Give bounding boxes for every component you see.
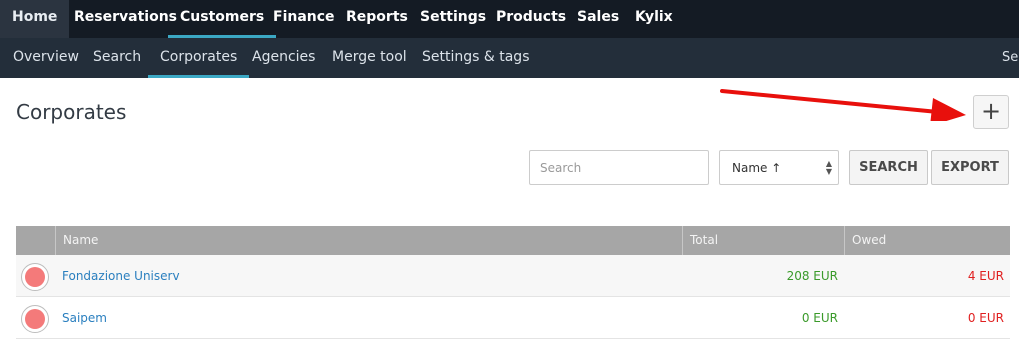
top-nav-sales[interactable]: Sales xyxy=(577,0,619,38)
sub-nav: Overview Search Corporates Agencies Merg… xyxy=(0,38,1019,78)
top-nav-home[interactable]: Home xyxy=(0,0,70,38)
top-nav-products[interactable]: Products xyxy=(496,0,566,38)
column-total[interactable]: Total xyxy=(682,226,844,255)
table-header: Name Total Owed xyxy=(16,226,1010,255)
top-nav-reservations[interactable]: Reservations xyxy=(74,0,177,38)
sub-nav-settings-tags[interactable]: Settings & tags xyxy=(422,38,530,78)
sort-select[interactable]: Name ↑ ▲ ▼ xyxy=(719,150,839,185)
corporates-table: Name Total Owed Fondazione Uniserv 208 E… xyxy=(16,226,1010,339)
top-nav-kylix[interactable]: Kylix xyxy=(635,0,673,38)
export-button[interactable]: EXPORT xyxy=(931,150,1009,185)
table-row[interactable]: Saipem 0 EUR 0 EUR xyxy=(16,297,1010,339)
search-input[interactable] xyxy=(529,150,709,185)
top-nav-reports[interactable]: Reports xyxy=(346,0,408,38)
top-nav-finance[interactable]: Finance xyxy=(273,0,335,38)
sub-nav-search[interactable]: Search xyxy=(93,38,141,78)
add-corporate-button[interactable]: + xyxy=(973,95,1009,129)
plus-icon: + xyxy=(980,97,1002,125)
status-dot-icon xyxy=(21,263,49,291)
owed-value: 0 EUR xyxy=(967,311,1004,325)
owed-value: 4 EUR xyxy=(967,269,1004,283)
annotation-arrow xyxy=(720,89,966,121)
top-nav-settings[interactable]: Settings xyxy=(420,0,486,38)
column-owed[interactable]: Owed xyxy=(844,226,1010,255)
sub-nav-corporates[interactable]: Corporates xyxy=(147,38,250,78)
sub-nav-agencies[interactable]: Agencies xyxy=(252,38,315,78)
status-dot-icon xyxy=(21,305,49,333)
top-nav: Home Reservations Customers Finance Repo… xyxy=(0,0,1019,38)
search-button[interactable]: SEARCH xyxy=(849,150,928,185)
chevron-updown-icon: ▲ ▼ xyxy=(825,159,832,176)
sub-nav-merge-tool[interactable]: Merge tool xyxy=(332,38,407,78)
top-nav-customers[interactable]: Customers xyxy=(168,0,277,38)
corporate-name-link[interactable]: Saipem xyxy=(62,297,107,339)
total-value: 208 EUR xyxy=(786,269,838,283)
total-value: 0 EUR xyxy=(801,311,838,325)
column-name[interactable]: Name xyxy=(55,226,682,255)
corporate-name-link[interactable]: Fondazione Uniserv xyxy=(62,255,180,297)
page-title: Corporates xyxy=(16,100,127,124)
sub-nav-search-truncated[interactable]: Sea xyxy=(1002,38,1019,77)
sub-nav-overview[interactable]: Overview xyxy=(13,38,79,78)
table-row[interactable]: Fondazione Uniserv 208 EUR 4 EUR xyxy=(16,255,1010,297)
column-status xyxy=(16,226,55,255)
sort-select-value: Name ↑ xyxy=(732,161,782,175)
